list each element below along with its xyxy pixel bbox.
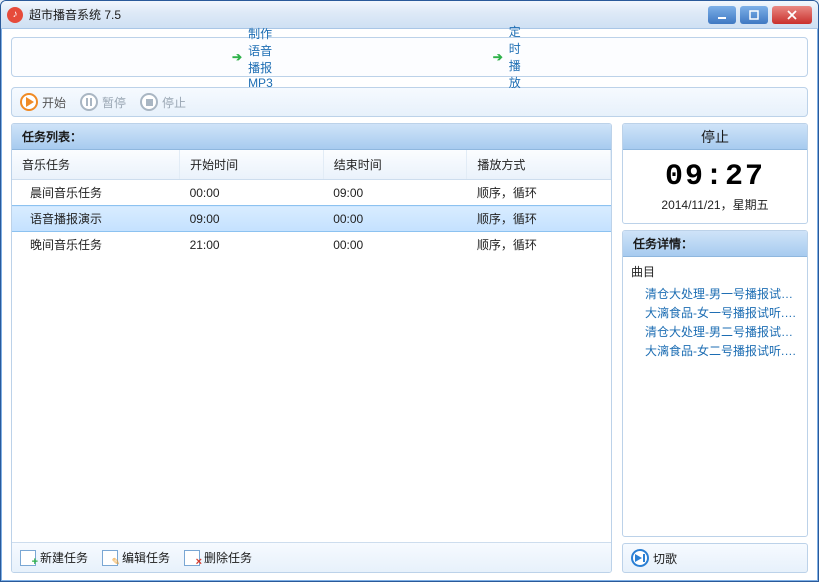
timed-play-link[interactable]: ➔ 定时播放	[493, 23, 521, 91]
cell-start: 21:00	[180, 232, 324, 258]
task-detail-body: 曲目 清仓大处理-男一号播报试听.mp3大漓食品-女一号播报试听.mp3清仓大处…	[623, 257, 807, 536]
timed-play-label: 定时播放	[509, 23, 521, 91]
skip-icon	[631, 549, 649, 567]
main-body: 任务列表： 音乐任务 开始时间 结束时间 播放方式 晨间音乐任务00:0009:…	[11, 123, 808, 573]
task-detail-box: 任务详情： 曲目 清仓大处理-男一号播报试听.mp3大漓食品-女一号播报试听.m…	[622, 230, 808, 537]
cell-name: 语音播报演示	[12, 206, 180, 232]
track-item[interactable]: 大漓食品-女一号播报试听.mp3	[631, 303, 799, 322]
titlebar: ♪ 超市播音系统 7.5	[1, 1, 818, 29]
pause-icon	[80, 93, 98, 111]
cell-name: 晚间音乐任务	[12, 232, 180, 258]
skip-label: 切歌	[653, 550, 677, 567]
stop-label: 停止	[162, 94, 186, 111]
add-icon	[20, 550, 36, 566]
play-toolbar: 开始 暂停 停止	[11, 87, 808, 117]
cell-name: 晨间音乐任务	[12, 180, 180, 206]
maximize-button[interactable]	[740, 6, 768, 24]
cell-mode: 顺序，循环	[467, 206, 611, 232]
table-row[interactable]: 晚间音乐任务21:0000:00顺序，循环	[12, 232, 611, 258]
table-row[interactable]: 语音播报演示09:0000:00顺序，循环	[12, 206, 611, 232]
cell-end: 09:00	[323, 180, 467, 206]
delete-task-label: 删除任务	[204, 549, 252, 566]
minimize-button[interactable]	[708, 6, 736, 24]
track-item[interactable]: 清仓大处理-男二号播报试听.mp3	[631, 322, 799, 341]
make-mp3-label: 制作语音播报MP3	[248, 25, 273, 90]
app-window: ♪ 超市播音系统 7.5 ➔ 制作语音播报MP3 ➔ 定时播放 ? 帮助	[0, 0, 819, 582]
cell-start: 00:00	[180, 180, 324, 206]
task-table-wrap: 音乐任务 开始时间 结束时间 播放方式 晨间音乐任务00:0009:00顺序，循…	[12, 150, 611, 542]
start-label: 开始	[42, 94, 66, 111]
status-box: 停止 09:27 2014/11/21，星期五	[622, 123, 808, 224]
pause-button[interactable]: 暂停	[80, 93, 126, 111]
close-button[interactable]	[772, 6, 812, 24]
pause-label: 暂停	[102, 94, 126, 111]
edit-icon	[102, 550, 118, 566]
task-list-footer: 新建任务 编辑任务 删除任务	[12, 542, 611, 572]
clock-time: 09:27	[623, 150, 807, 196]
task-detail-header: 任务详情：	[623, 231, 807, 257]
content-area: ➔ 制作语音播报MP3 ➔ 定时播放 ? 帮助 开始 暂停	[1, 29, 818, 582]
cell-mode: 顺序，循环	[467, 180, 611, 206]
new-task-label: 新建任务	[40, 549, 88, 566]
stop-button[interactable]: 停止	[140, 93, 186, 111]
new-task-button[interactable]: 新建任务	[20, 549, 88, 566]
delete-icon	[184, 550, 200, 566]
delete-task-button[interactable]: 删除任务	[184, 549, 252, 566]
cell-end: 00:00	[323, 232, 467, 258]
cell-start: 09:00	[180, 206, 324, 232]
make-mp3-link[interactable]: ➔ 制作语音播报MP3	[232, 25, 273, 90]
window-title: 超市播音系统 7.5	[29, 6, 708, 23]
track-list: 清仓大处理-男一号播报试听.mp3大漓食品-女一号播报试听.mp3清仓大处理-男…	[631, 284, 799, 360]
arrow-right-icon: ➔	[493, 50, 503, 64]
top-toolbar: ➔ 制作语音播报MP3 ➔ 定时播放 ? 帮助	[11, 37, 808, 77]
edit-task-label: 编辑任务	[122, 549, 170, 566]
task-list-header: 任务列表：	[12, 124, 611, 150]
edit-task-button[interactable]: 编辑任务	[102, 549, 170, 566]
cell-mode: 顺序，循环	[467, 232, 611, 258]
track-item[interactable]: 清仓大处理-男一号播报试听.mp3	[631, 284, 799, 303]
status-state: 停止	[623, 124, 807, 150]
cell-end: 00:00	[323, 206, 467, 232]
track-item[interactable]: 大漓食品-女二号播报试听.mp3	[631, 341, 799, 360]
table-row[interactable]: 晨间音乐任务00:0009:00顺序，循环	[12, 180, 611, 206]
col-name[interactable]: 音乐任务	[12, 150, 180, 180]
col-end[interactable]: 结束时间	[323, 150, 467, 180]
right-footer: 切歌	[622, 543, 808, 573]
col-mode[interactable]: 播放方式	[467, 150, 611, 180]
task-table: 音乐任务 开始时间 结束时间 播放方式 晨间音乐任务00:0009:00顺序，循…	[12, 150, 611, 257]
window-buttons	[708, 6, 812, 24]
play-icon	[20, 93, 38, 111]
stop-icon	[140, 93, 158, 111]
task-list-panel: 任务列表： 音乐任务 开始时间 结束时间 播放方式 晨间音乐任务00:0009:…	[11, 123, 612, 573]
start-button[interactable]: 开始	[20, 93, 66, 111]
skip-button[interactable]: 切歌	[631, 549, 677, 567]
clock-date: 2014/11/21，星期五	[623, 196, 807, 223]
col-start[interactable]: 开始时间	[180, 150, 324, 180]
right-panel: 停止 09:27 2014/11/21，星期五 任务详情： 曲目 清仓大处理-男…	[622, 123, 808, 573]
arrow-right-icon: ➔	[232, 50, 242, 64]
app-icon: ♪	[7, 7, 23, 23]
tracks-label: 曲目	[631, 263, 799, 280]
